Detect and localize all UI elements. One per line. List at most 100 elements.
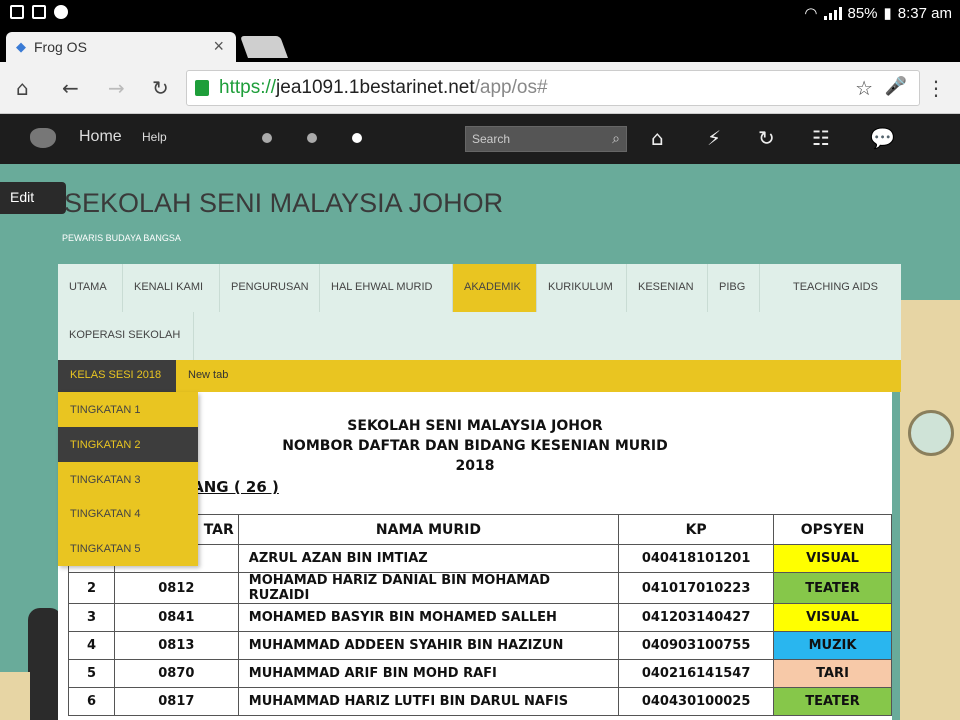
url-path: /app/os# xyxy=(474,77,548,98)
signal-icon xyxy=(823,6,842,20)
status-right: ◠ 85% ▮ 8:37 am xyxy=(804,4,952,23)
nav-item-pengurusan[interactable]: PENGURUSAN xyxy=(220,264,320,312)
close-tab-icon[interactable]: × xyxy=(213,36,224,57)
back-icon[interactable]: ← xyxy=(62,76,79,100)
cell-nama: MUHAMMAD ARIF BIN MOHD RAFI xyxy=(237,659,620,688)
header-kp: KP xyxy=(618,514,775,545)
network-icon[interactable]: ☷ xyxy=(812,126,830,150)
cell-kp: 040216141547 xyxy=(618,659,775,688)
search-icon[interactable]: ⌕ xyxy=(612,130,620,147)
cell-opsyen: VISUAL xyxy=(773,544,892,573)
nav-item-kurikulum[interactable]: KURIKULUM xyxy=(537,264,627,312)
tingkatan-dropdown: TINGKATAN 1 TINGKATAN 2 TINGKATAN 3 TING… xyxy=(58,392,198,566)
cell-nama: MOHAMAD HARIZ DANIAL BIN MOHAMAD RUZAIDI xyxy=(237,572,620,604)
nav-item-koperasi-sekolah[interactable]: KOPERASI SEKOLAH xyxy=(58,312,194,360)
table-row: 6 0817 MUHAMMAD HARIZ LUTFI BIN DARUL NA… xyxy=(68,687,892,716)
url-host: jea1091.1bestarinet.net xyxy=(276,77,475,98)
cell-kp: 040430100025 xyxy=(618,687,775,716)
new-tab-button[interactable] xyxy=(239,36,289,58)
site-subtitle: PEWARIS BUDAYA BANGSA xyxy=(62,233,181,243)
nav-item-hal-ehwal-murid[interactable]: HAL EHWAL MURID xyxy=(320,264,453,312)
search-input[interactable]: Search ⌕ xyxy=(465,126,627,152)
cell-daftar: 0870 xyxy=(113,659,239,688)
bookmark-star-icon[interactable]: ☆ xyxy=(855,76,873,101)
cell-opsyen: VISUAL xyxy=(773,603,892,632)
help-link[interactable]: Help xyxy=(142,130,167,144)
cell-nama: MUHAMMAD HARIZ LUTFI BIN DARUL NAFIS xyxy=(237,687,620,716)
forward-icon[interactable]: → xyxy=(108,76,125,100)
nav-item-kesenian[interactable]: KESENIAN xyxy=(627,264,708,312)
nav-item-teaching-aids[interactable]: TEACHING AIDS xyxy=(782,264,901,312)
clock-face-illustration xyxy=(908,410,954,456)
page-dot-3[interactable] xyxy=(352,133,362,143)
lightning-icon[interactable]: ⚡ xyxy=(707,126,721,150)
header-nama-murid: NAMA MURID xyxy=(237,514,620,545)
battery-percent: 85% xyxy=(847,4,878,22)
cell-no: 2 xyxy=(68,572,115,604)
building-illustration xyxy=(0,672,30,720)
dashboard-home-icon[interactable]: ⌂ xyxy=(651,126,664,150)
cell-nama: MOHAMED BASYIR BIN MOHAMED SALLEH xyxy=(237,603,620,632)
sub-tab-bar: KELAS SESI 2018 New tab xyxy=(58,360,901,392)
page-dot-1[interactable] xyxy=(262,133,272,143)
nav-item-pibg[interactable]: PIBG xyxy=(708,264,760,312)
dropdown-item-tingkatan-4[interactable]: TINGKATAN 4 xyxy=(58,496,198,531)
cell-no: 3 xyxy=(68,603,115,632)
cell-no: 5 xyxy=(68,659,115,688)
cell-kp: 041203140427 xyxy=(618,603,775,632)
nav-item-utama[interactable]: UTAMA xyxy=(58,264,123,312)
cell-opsyen: TEATER xyxy=(773,572,892,604)
browser-tab[interactable]: ◆ Frog OS × xyxy=(6,32,236,62)
table-row: 5 0870 MUHAMMAD ARIF BIN MOHD RAFI 04021… xyxy=(68,659,892,688)
edit-button[interactable]: Edit xyxy=(0,182,66,214)
wifi-icon: ◠ xyxy=(804,5,818,22)
frog-favicon-icon: ◆ xyxy=(16,39,26,54)
cell-daftar: 0813 xyxy=(113,631,239,660)
tab-new-tab[interactable]: New tab xyxy=(176,360,256,392)
mail-icon xyxy=(32,5,46,19)
cell-daftar: 0841 xyxy=(113,603,239,632)
header-opsyen: OPSYEN xyxy=(773,514,892,545)
battery-icon: ▮ xyxy=(883,5,892,22)
nav-item-kenali-kami[interactable]: KENALI KAMI xyxy=(123,264,220,312)
cell-opsyen: TEATER xyxy=(773,687,892,716)
dropdown-item-tingkatan-2[interactable]: TINGKATAN 2 xyxy=(58,426,198,462)
microphone-icon[interactable]: 🎤 xyxy=(885,76,907,97)
dropdown-item-tingkatan-5[interactable]: TINGKATAN 5 xyxy=(58,531,198,566)
cell-daftar: 0812 xyxy=(113,572,239,604)
reload-icon[interactable]: ↻ xyxy=(152,76,169,100)
tab-strip: ◆ Frog OS × xyxy=(0,26,960,62)
dropdown-item-tingkatan-3[interactable]: TINGKATAN 3 xyxy=(58,462,198,497)
frog-toolbar: Home Help Search ⌕ ⌂ ⚡ ↻ ☷ 💬 xyxy=(0,114,960,164)
frog-logo-icon[interactable] xyxy=(30,128,56,148)
cell-nama: MUHAMMAD ADDEEN SYAHIR BIN HAZIZUN xyxy=(237,631,620,660)
postbox-illustration xyxy=(28,608,62,720)
notification-icons xyxy=(10,5,68,19)
tab-kelas-sesi-2018[interactable]: KELAS SESI 2018 xyxy=(58,360,176,392)
tab-title: Frog OS xyxy=(34,39,87,55)
home-icon[interactable]: ⌂ xyxy=(16,76,29,100)
lock-icon xyxy=(195,80,209,96)
screenshot-icon xyxy=(10,5,24,19)
search-placeholder: Search xyxy=(472,132,511,146)
home-link[interactable]: Home xyxy=(79,128,122,146)
cell-kp: 041017010223 xyxy=(618,572,775,604)
cell-kp: 040903100755 xyxy=(618,631,775,660)
table-row: 4 0813 MUHAMMAD ADDEEN SYAHIR BIN HAZIZU… xyxy=(68,631,892,660)
page-dot-2[interactable] xyxy=(307,133,317,143)
url-scheme: https:// xyxy=(219,77,277,98)
chat-icon[interactable]: 💬 xyxy=(870,126,895,150)
cell-daftar: 0817 xyxy=(113,687,239,716)
telegram-icon xyxy=(54,5,68,19)
sync-icon[interactable]: ↻ xyxy=(758,126,775,150)
dropdown-item-tingkatan-1[interactable]: TINGKATAN 1 xyxy=(58,392,198,427)
url-field[interactable]: https:// jea1091.1bestarinet.net /app/os… xyxy=(186,70,920,106)
cell-no: 6 xyxy=(68,687,115,716)
address-bar: ⌂ ← → ↻ https:// jea1091.1bestarinet.net… xyxy=(0,62,960,114)
clock: 8:37 am xyxy=(897,4,952,22)
cell-opsyen: MUZIK xyxy=(773,631,892,660)
nav-item-akademik[interactable]: AKADEMIK xyxy=(453,264,537,312)
table-row: 3 0841 MOHAMED BASYIR BIN MOHAMED SALLEH… xyxy=(68,603,892,632)
browser-menu-icon[interactable]: ⋮ xyxy=(926,76,946,100)
main-nav: UTAMA KENALI KAMI PENGURUSAN HAL EHWAL M… xyxy=(58,264,901,360)
